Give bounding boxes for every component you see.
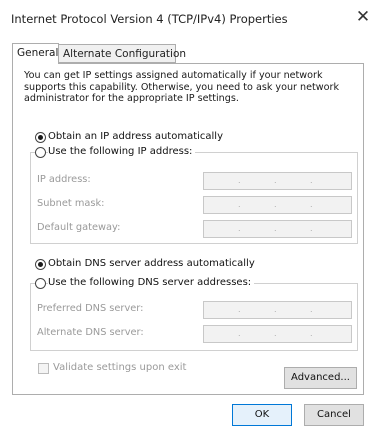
title-bar: Internet Protocol Version 4 (TCP/IPv4) P… bbox=[0, 0, 375, 38]
validate-label: Validate settings upon exit bbox=[53, 362, 187, 373]
ok-button[interactable]: OK bbox=[232, 404, 292, 426]
ip-dot: . bbox=[238, 200, 241, 209]
ip-address-label: IP address: bbox=[37, 174, 91, 185]
ip-dot: . bbox=[310, 200, 313, 209]
description-text: You can get IP settings assigned automat… bbox=[24, 70, 340, 104]
obtain-ip-auto-radio[interactable] bbox=[35, 132, 46, 143]
obtain-dns-auto-label[interactable]: Obtain DNS server address automatically bbox=[48, 258, 255, 270]
ip-address-field[interactable]: ... bbox=[203, 172, 352, 190]
preferred-dns-label: Preferred DNS server: bbox=[37, 303, 144, 314]
ip-dot: . bbox=[310, 329, 313, 338]
obtain-ip-auto-label[interactable]: Obtain an IP address automatically bbox=[48, 131, 223, 143]
ip-dot: . bbox=[310, 305, 313, 314]
tab-general[interactable]: General bbox=[12, 43, 59, 64]
default-gateway-label: Default gateway: bbox=[37, 222, 121, 233]
ip-dot: . bbox=[238, 224, 241, 233]
ip-dot: . bbox=[238, 176, 241, 185]
tab-alternate-configuration[interactable]: Alternate Configuration bbox=[59, 44, 186, 63]
subnet-mask-label: Subnet mask: bbox=[37, 198, 105, 209]
ip-dot: . bbox=[274, 176, 277, 185]
default-gateway-field[interactable]: ... bbox=[203, 220, 352, 238]
use-following-ip-radio[interactable] bbox=[35, 147, 46, 158]
alternate-dns-label: Alternate DNS server: bbox=[37, 327, 144, 338]
ip-dot: . bbox=[238, 305, 241, 314]
subnet-mask-field[interactable]: ... bbox=[203, 196, 352, 214]
ip-dot: . bbox=[310, 176, 313, 185]
ip-dot: . bbox=[274, 224, 277, 233]
alternate-dns-field[interactable]: ... bbox=[203, 325, 352, 343]
ip-dot: . bbox=[310, 224, 313, 233]
cancel-button[interactable]: Cancel bbox=[304, 404, 364, 426]
validate-checkbox[interactable] bbox=[38, 363, 49, 374]
ip-dot: . bbox=[238, 329, 241, 338]
ip-dot: . bbox=[274, 200, 277, 209]
preferred-dns-field[interactable]: ... bbox=[203, 301, 352, 319]
ip-dot: . bbox=[274, 329, 277, 338]
close-icon[interactable]: ✕ bbox=[352, 6, 374, 28]
advanced-button[interactable]: Advanced... bbox=[284, 367, 357, 389]
use-following-dns-label[interactable]: Use the following DNS server addresses: bbox=[48, 277, 255, 289]
ip-dot: . bbox=[274, 305, 277, 314]
window-title: Internet Protocol Version 4 (TCP/IPv4) P… bbox=[11, 12, 288, 26]
use-following-dns-radio[interactable] bbox=[35, 278, 46, 289]
obtain-dns-auto-radio[interactable] bbox=[35, 259, 46, 270]
use-following-ip-label[interactable]: Use the following IP address: bbox=[48, 146, 196, 158]
